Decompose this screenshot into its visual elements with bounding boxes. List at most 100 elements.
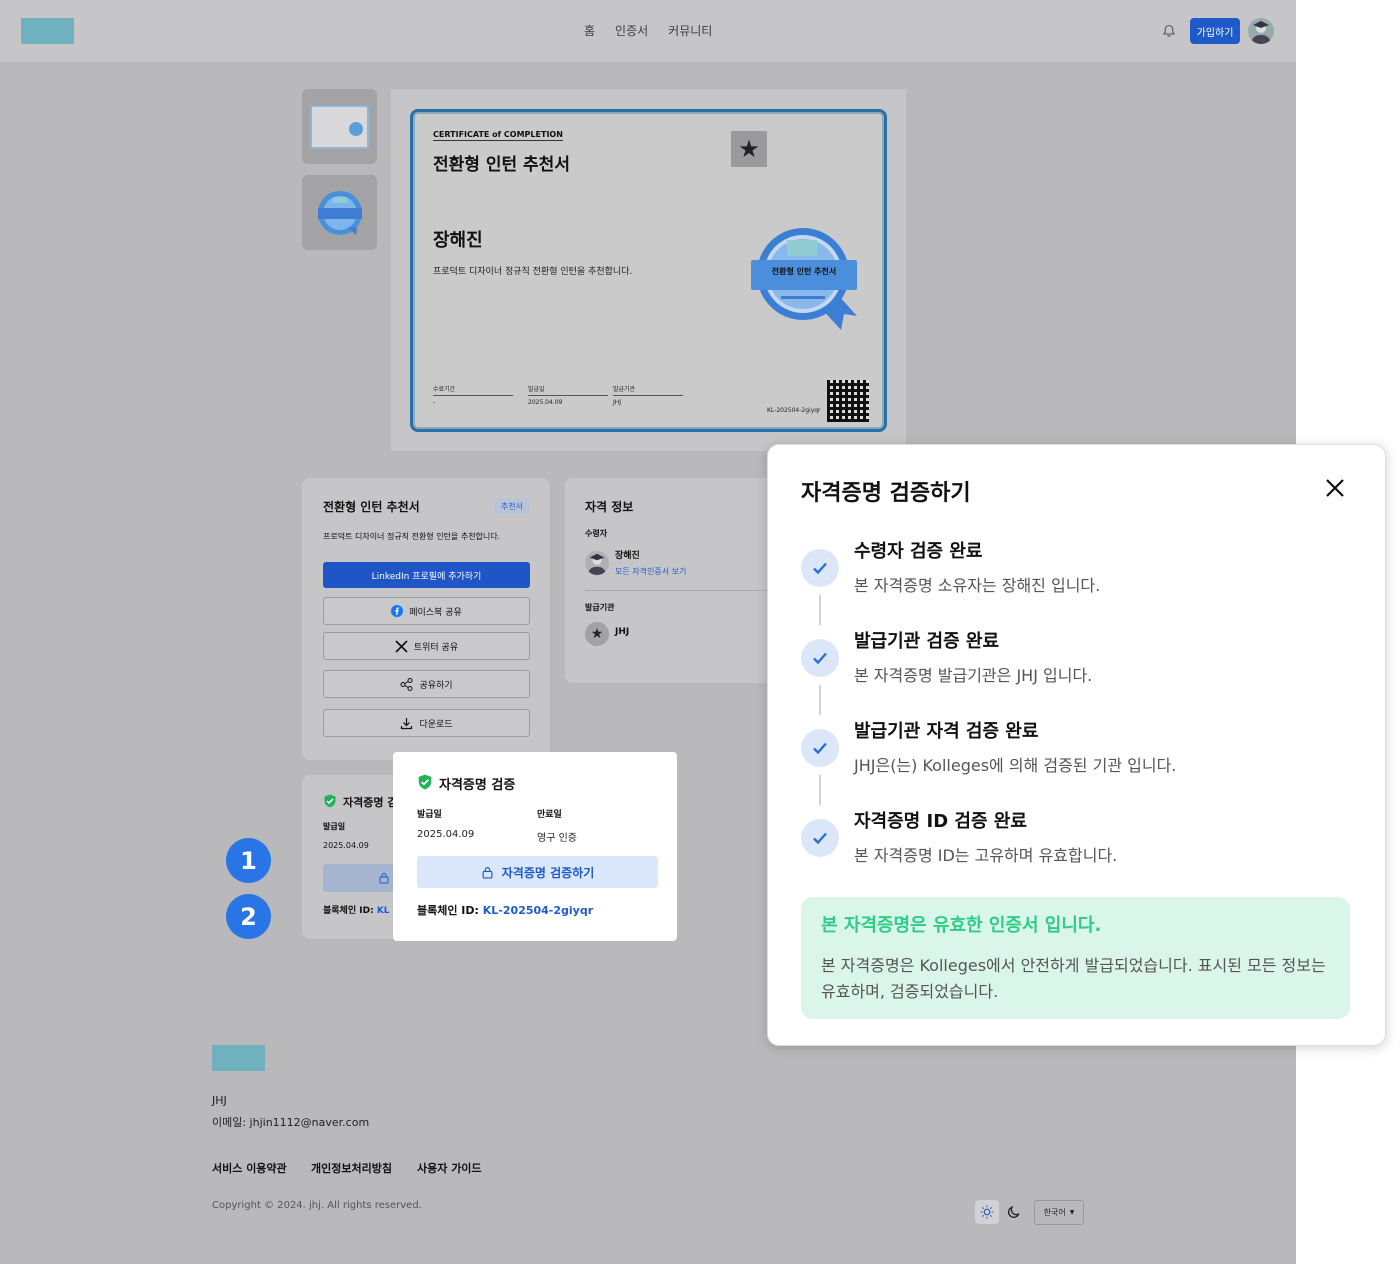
step-connector [819,685,821,715]
twitter-label: 트위터 공유 [413,642,459,653]
recipient-name: 장해진 [615,551,640,561]
share-label: 공유하기 [419,680,453,691]
verify-credential-button[interactable]: 자격증명 검증하기 [417,856,658,888]
share-icon [400,677,413,691]
step-description: 본 자격증명 소유자는 장해진 입니다. [854,576,1101,595]
thumbnail-certificate[interactable] [302,89,377,164]
step-marker-2: 2 [226,894,271,939]
certificate-field-period: 수료기간 - [433,384,513,406]
certificate-id: KL-202504-2giyqr [767,407,821,414]
info-card-title: 자격 정보 [585,500,634,514]
certificate-field-issuer: 발급기관 JHJ [613,384,683,406]
language-label: 한국어 [1043,1208,1066,1217]
recipient-avatar [585,551,609,575]
top-navigation-bar: 홈 인증서 커뮤니티 가입하기 [0,0,1296,62]
close-icon[interactable] [1322,475,1348,501]
language-select[interactable]: 한국어 ▼ [1034,1200,1084,1225]
step-title: 발급기관 자격 검증 완료 [854,721,1039,742]
verification-popup: 자격증명 검증 발급일 2025.04.09 만료일 영구 인증 자격증명 검증… [393,752,677,941]
badge-label: 전환형 인턴 추천서 [771,267,837,276]
check-icon [801,639,839,677]
share-card: 전환형 인턴 추천서 추천서 프로덕트 디자이너 정규직 전환형 인턴을 추천합… [302,478,550,760]
verification-modal: 자격증명 검증하기 수령자 검증 완료 본 자격증명 소유자는 장해진 입니다.… [767,444,1386,1046]
footer-copyright: Copyright © 2024. jhj. All rights reserv… [212,1200,422,1211]
issuer-label: 발급기관 [585,603,615,612]
step-title: 수령자 검증 완료 [854,541,983,562]
verify-credential-label: 자격증명 검증하기 [501,865,595,880]
lock-icon [482,866,493,879]
nav-community[interactable]: 커뮤니티 [668,22,712,39]
certificate-title: 전환형 인턴 추천서 [433,155,570,175]
step-marker-1: 1 [226,838,271,883]
blockchain-id-link[interactable]: KL-202504-2giyqr [483,904,593,917]
main-nav: 홈 인증서 커뮤니티 [584,22,712,39]
divider [585,590,777,591]
footer-terms-link[interactable]: 서비스 이용약관 [212,1160,287,1176]
step-connector [819,775,821,805]
certificate-description: 프로덕트 디자이너 정규직 전환형 인턴을 추천합니다. [433,267,633,277]
user-avatar[interactable] [1248,18,1274,44]
verification-step-recipient: 수령자 검증 완료 본 자격증명 소유자는 장해진 입니다. [801,537,1361,607]
footer-privacy-link[interactable]: 개인정보처리방침 [311,1160,392,1176]
qr-code-icon [827,380,869,422]
footer-email: 이메일: jhjin1112@naver.com [212,1116,370,1129]
x-twitter-icon [395,639,408,653]
issuer-name: JHJ [615,627,630,637]
footer-guide-link[interactable]: 사용자 가이드 [417,1160,482,1176]
join-button[interactable]: 가입하기 [1190,18,1240,44]
facebook-label: 페이스북 공유 [409,607,462,618]
verification-issue-value: 2025.04.09 [323,841,369,850]
share-button[interactable]: 공유하기 [323,670,530,698]
light-mode-button[interactable] [975,1200,999,1224]
dark-mode-button[interactable] [1002,1200,1026,1224]
verification-issue-label: 발급일 [323,822,346,831]
popup-issue-label: 발급일 [417,810,442,820]
linkedin-label: LinkedIn 프로필에 추가하기 [371,571,482,582]
download-button[interactable]: 다운로드 [323,709,530,737]
popup-title: 자격증명 검증 [439,778,516,793]
sun-icon [980,1205,994,1219]
twitter-share-button[interactable]: 트위터 공유 [323,632,530,660]
popup-expire-value: 영구 인증 [537,833,577,844]
caret-down-icon: ▼ [1069,1209,1075,1216]
download-icon [401,717,413,729]
thumbnail-badge[interactable] [302,175,377,250]
shield-check-icon [418,774,432,790]
linkedin-button[interactable]: LinkedIn 프로필에 추가하기 [323,562,530,588]
step-title: 자격증명 ID 검증 완료 [854,811,1027,832]
certificate-field-issue-date: 발급일 2025.04.09 [528,384,608,406]
shield-check-icon [324,794,336,808]
bell-icon[interactable] [1162,24,1176,38]
verification-step-credential-id: 자격증명 ID 검증 완료 본 자격증명 ID는 고유하며 유효합니다. [801,807,1361,877]
facebook-icon [391,605,404,617]
nav-certificates[interactable]: 인증서 [615,22,648,39]
valid-description: 본 자격증명은 Kolleges에서 안전하게 발급되었습니다. 표시된 모든 … [821,956,1326,1001]
certificate-badge: 전환형 인턴 추천서 [751,224,861,334]
step-connector [819,595,821,625]
facebook-share-button[interactable]: 페이스북 공유 [323,597,530,625]
check-icon [801,549,839,587]
step-description: 본 자격증명 ID는 고유하며 유효합니다. [854,846,1118,865]
verify-button-partial[interactable] [323,864,403,892]
popup-blockchain-id: 블록체인 ID: KL-202504-2giyqr [417,904,594,917]
popup-issue-value: 2025.04.09 [417,829,475,840]
recipient-label: 수령자 [585,529,608,538]
all-certificates-link[interactable]: 모든 자격인증서 보기 [615,566,686,577]
lock-icon [379,873,389,884]
footer-logo [212,1045,265,1071]
modal-title: 자격증명 검증하기 [801,481,971,506]
site-logo[interactable] [21,18,74,44]
check-icon [801,729,839,767]
share-card-title: 전환형 인턴 추천서 [323,500,420,514]
valid-credential-banner: 본 자격증명은 유효한 인증서 입니다. 본 자격증명은 Kolleges에서 … [801,897,1350,1019]
category-tag: 추천서 [494,498,530,514]
step-description: 본 자격증명 발급기관은 JHJ 입니다. [854,666,1093,685]
certificate-small-heading: CERTIFICATE of COMPLETION [433,130,563,141]
verification-card-title: 자격증명 검 [343,796,398,809]
credential-info-card: 자격 정보 수령자 장해진 모든 자격인증서 보기 발급기관 ★ JHJ [565,478,777,683]
step-description: JHJ은(는) Kolleges에 의해 검증된 기관 입니다. [854,756,1177,775]
valid-title: 본 자격증명은 유효한 인증서 입니다. [821,915,1102,936]
popup-expire-label: 만료일 [537,810,562,820]
nav-home[interactable]: 홈 [584,22,595,39]
verification-step-issuer: 발급기관 검증 완료 본 자격증명 발급기관은 JHJ 입니다. [801,627,1361,697]
